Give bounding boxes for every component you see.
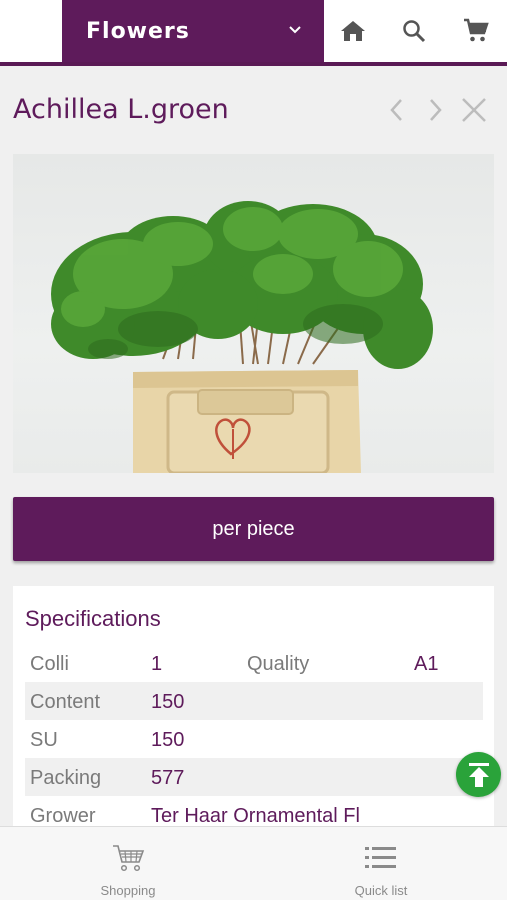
list-icon <box>365 847 396 868</box>
category-label: Flowers <box>86 18 190 44</box>
spec-row: Content 150 <box>25 682 483 720</box>
specifications-title: Specifications <box>25 606 161 631</box>
bottom-navigation: Shopping Quick list <box>0 826 507 900</box>
scroll-to-top-button[interactable] <box>456 752 501 797</box>
spec-row: Colli 1 Quality A1 <box>25 644 483 682</box>
spec-value: A1 <box>414 653 439 675</box>
spec-label: Colli <box>30 653 69 675</box>
spec-row: Grower Ter Haar Ornamental Fl <box>25 796 483 826</box>
product-detail[interactable]: Achillea L.groen per piece Specification… <box>0 66 507 826</box>
spec-value: 577 <box>151 767 185 789</box>
spec-row: SU 150 <box>25 720 483 758</box>
shopping-cart-icon <box>113 845 145 872</box>
search-icon[interactable] <box>399 16 429 46</box>
cart-icon[interactable] <box>461 16 491 46</box>
nav-quick-list[interactable]: Quick list <box>316 827 446 900</box>
category-selector[interactable]: Flowers <box>62 0 324 62</box>
chevron-down-icon <box>289 26 301 34</box>
spec-value: 150 <box>151 691 185 713</box>
product-title: Achillea L.groen <box>13 94 229 125</box>
home-icon[interactable] <box>338 16 368 46</box>
spec-value: 150 <box>151 729 185 751</box>
spec-label: Grower <box>30 805 96 826</box>
spec-label: Quality <box>247 653 310 675</box>
chevron-left-icon[interactable] <box>383 96 411 124</box>
spec-value: 1 <box>151 653 163 675</box>
specifications-panel: Specifications Colli 1 Quality A1 Conten… <box>13 586 494 826</box>
nav-shopping-label: Shopping <box>100 883 156 898</box>
arrow-up-icon <box>468 762 489 787</box>
nav-shopping[interactable]: Shopping <box>63 827 193 900</box>
spec-label: Content <box>30 691 101 713</box>
spec-value: Ter Haar Ornamental Fl <box>151 805 360 826</box>
top-bar: Flowers <box>0 0 507 62</box>
unit-selector-button[interactable]: per piece <box>13 497 494 561</box>
close-icon[interactable] <box>460 96 488 124</box>
spec-label: Packing <box>30 767 102 789</box>
spec-row: Packing 577 <box>25 758 483 796</box>
product-photo[interactable] <box>13 154 494 473</box>
spec-label: SU <box>30 729 58 751</box>
chevron-right-icon[interactable] <box>421 96 449 124</box>
nav-quick-list-label: Quick list <box>354 883 408 898</box>
